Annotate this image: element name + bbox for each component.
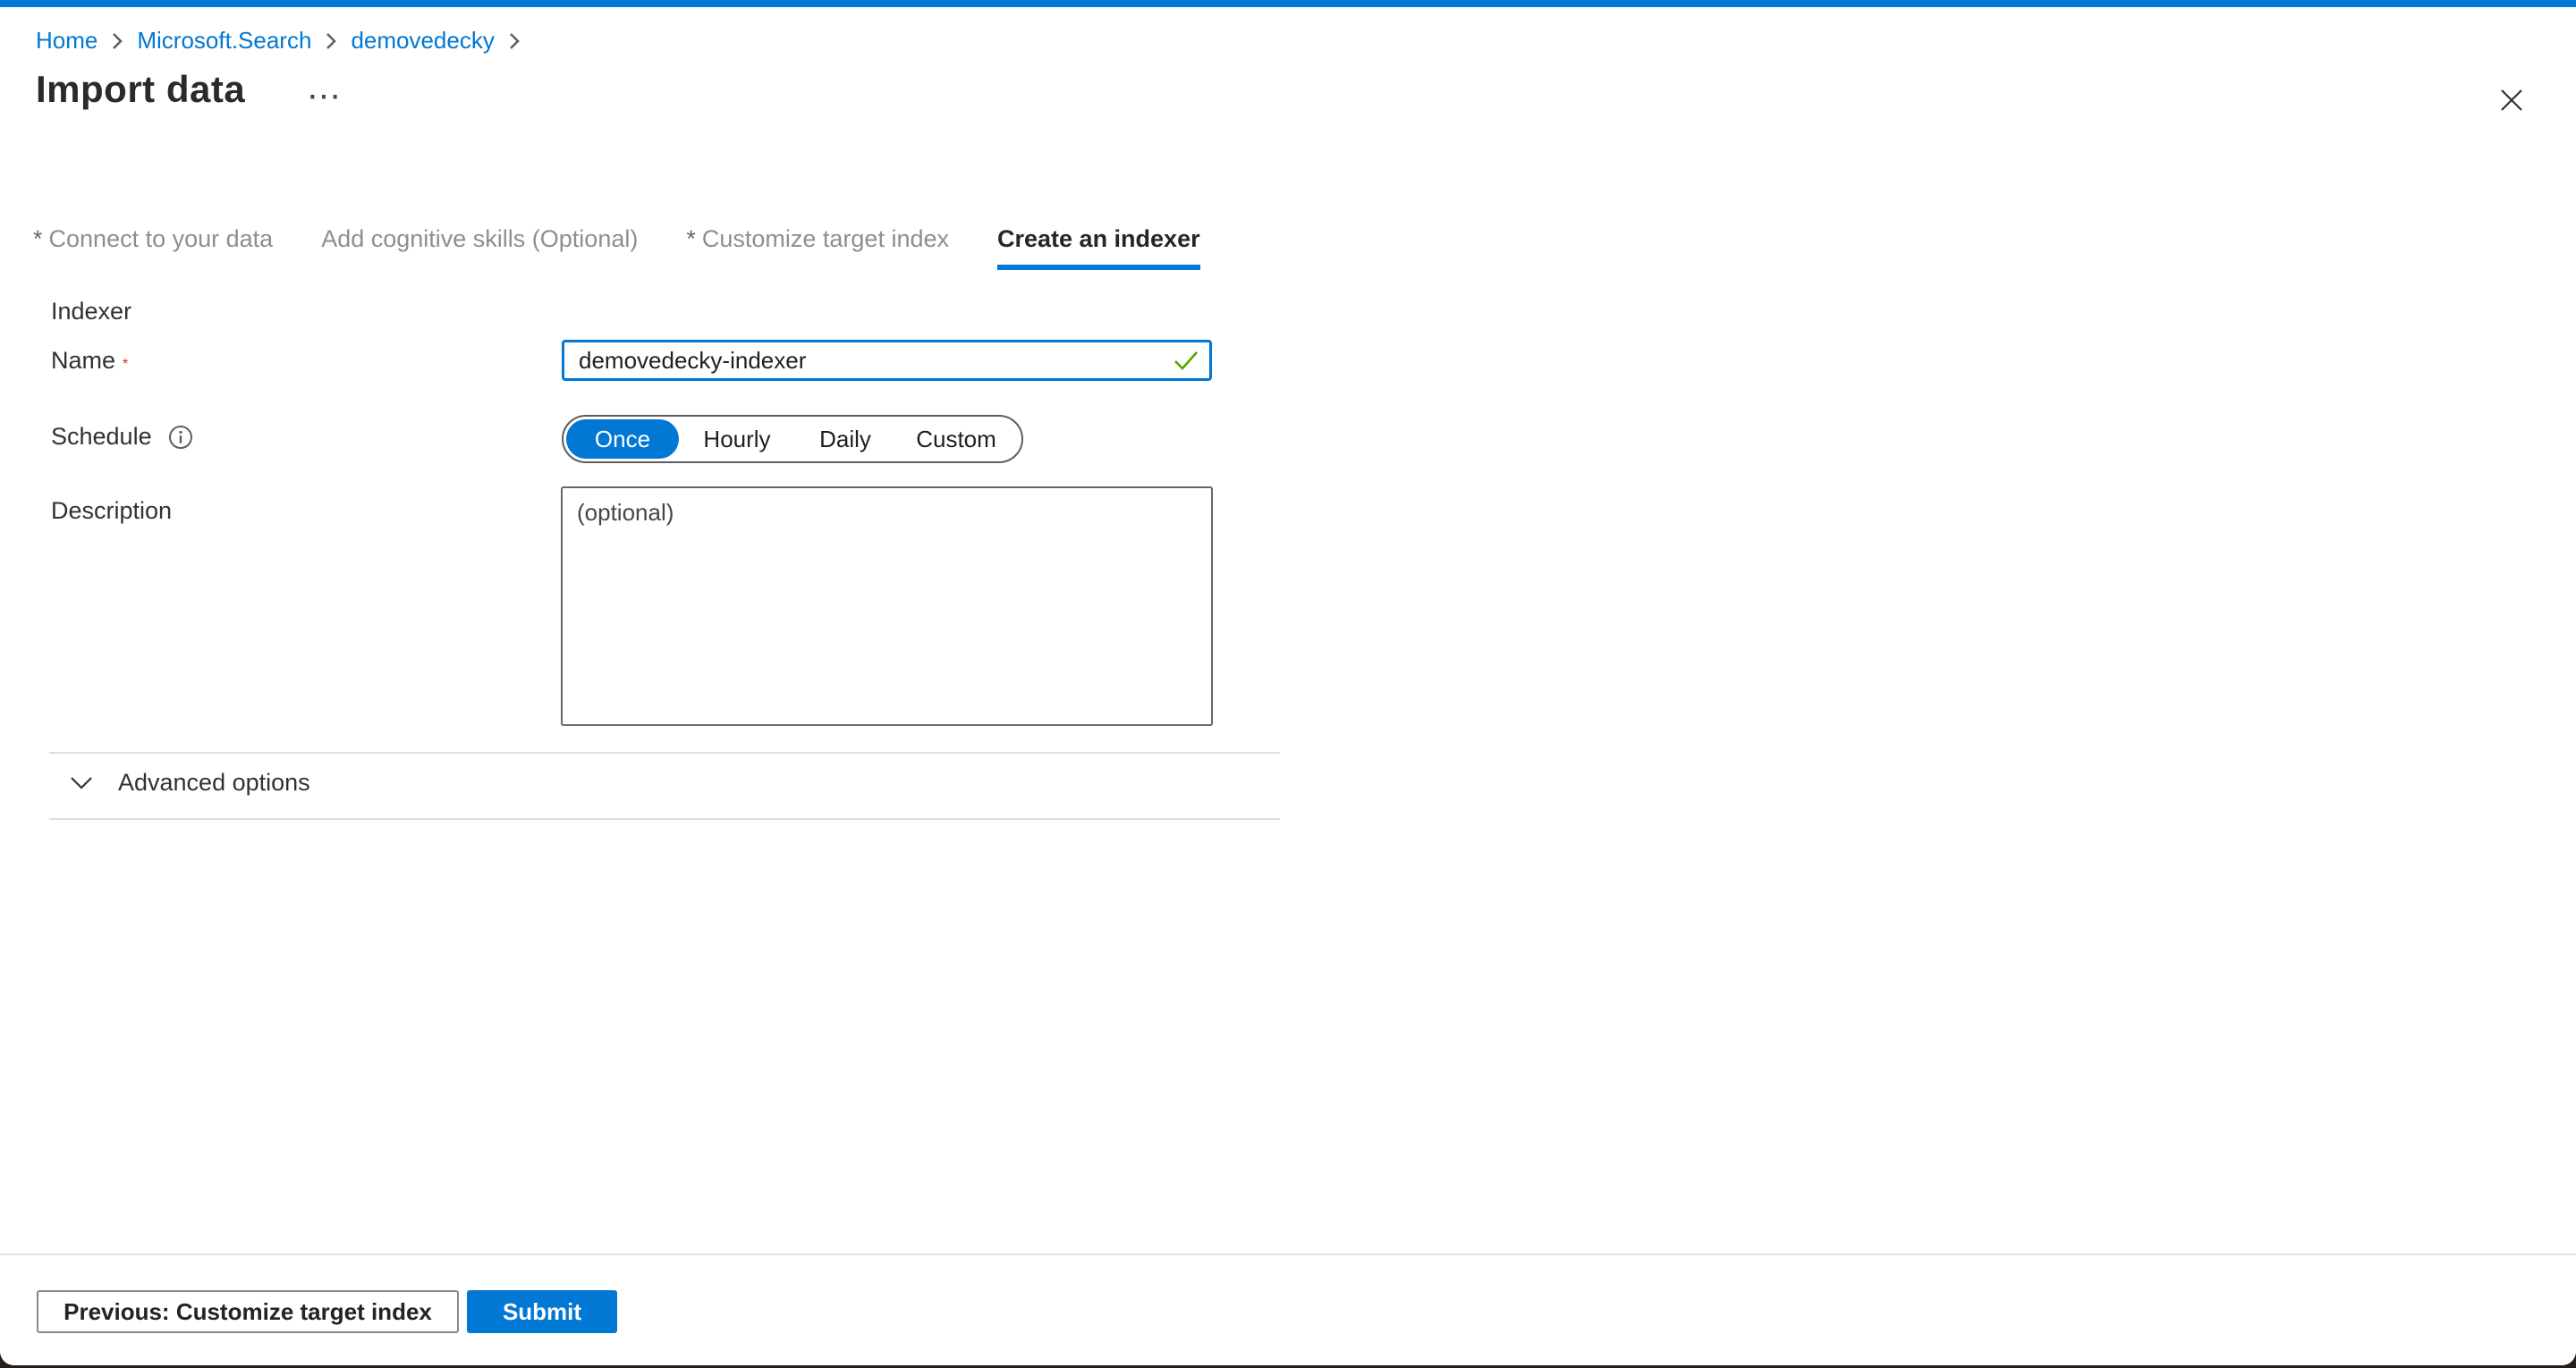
advanced-options-toggle[interactable]: Advanced options: [70, 769, 310, 797]
schedule-option-hourly[interactable]: Hourly: [679, 419, 795, 459]
wizard-footer: Previous: Customize target index Submit: [0, 1254, 2576, 1365]
description-field-label: Description: [51, 497, 172, 525]
close-icon: [2499, 88, 2524, 113]
tab-create-an-indexer[interactable]: Create an indexer: [997, 225, 1200, 270]
advanced-options-label: Advanced options: [118, 769, 310, 797]
schedule-option-daily[interactable]: Daily: [795, 419, 895, 459]
tab-required-marker: *: [33, 225, 43, 252]
breadcrumb-link-home[interactable]: Home: [36, 27, 97, 55]
breadcrumb-chevron-icon: [110, 30, 124, 53]
indexer-section-title: Indexer: [51, 298, 131, 325]
description-textarea[interactable]: [561, 486, 1213, 726]
breadcrumb-chevron-icon: [507, 30, 521, 53]
import-data-panel: Home Microsoft.Search demovedecky Import…: [0, 0, 2576, 1365]
tab-connect-to-your-data[interactable]: *Connect to your data: [33, 225, 273, 270]
more-options-button[interactable]: ⋯: [301, 77, 351, 116]
required-asterisk: *: [123, 357, 128, 372]
name-field: [562, 340, 1212, 381]
tab-customize-target-index[interactable]: *Customize target index: [686, 225, 949, 270]
close-button[interactable]: [2488, 79, 2535, 122]
schedule-toggle-group: Once Hourly Daily Custom: [562, 415, 1023, 463]
info-icon: [168, 425, 193, 450]
divider: [49, 752, 1280, 754]
tab-label: Create an indexer: [997, 225, 1200, 252]
tab-label: Connect to your data: [49, 225, 274, 252]
tab-label: Add cognitive skills (Optional): [321, 225, 638, 252]
wizard-tabs: *Connect to your data Add cognitive skil…: [33, 225, 1200, 270]
name-field-label: Name*: [51, 347, 128, 375]
valid-checkmark-icon: [1173, 349, 1199, 376]
breadcrumb-chevron-icon: [324, 30, 338, 53]
tab-required-marker: *: [686, 225, 696, 252]
divider: [49, 818, 1280, 820]
schedule-info-button[interactable]: [168, 425, 193, 450]
schedule-option-once[interactable]: Once: [566, 419, 679, 459]
more-icon: ⋯: [307, 78, 344, 115]
breadcrumb-link-microsoft-search[interactable]: Microsoft.Search: [137, 27, 311, 55]
previous-step-button[interactable]: Previous: Customize target index: [37, 1290, 459, 1333]
breadcrumb: Home Microsoft.Search demovedecky: [36, 27, 521, 55]
schedule-option-custom[interactable]: Custom: [895, 419, 1017, 459]
accent-top-bar: [0, 0, 2576, 7]
page-title: Import data: [36, 68, 245, 111]
schedule-field-label: Schedule: [51, 423, 193, 451]
tab-add-cognitive-skills[interactable]: Add cognitive skills (Optional): [321, 225, 638, 270]
breadcrumb-link-demovedecky[interactable]: demovedecky: [351, 27, 494, 55]
submit-button[interactable]: Submit: [467, 1290, 617, 1333]
tab-label: Customize target index: [702, 225, 949, 252]
chevron-down-icon: [70, 776, 93, 790]
indexer-name-input[interactable]: [562, 340, 1212, 381]
